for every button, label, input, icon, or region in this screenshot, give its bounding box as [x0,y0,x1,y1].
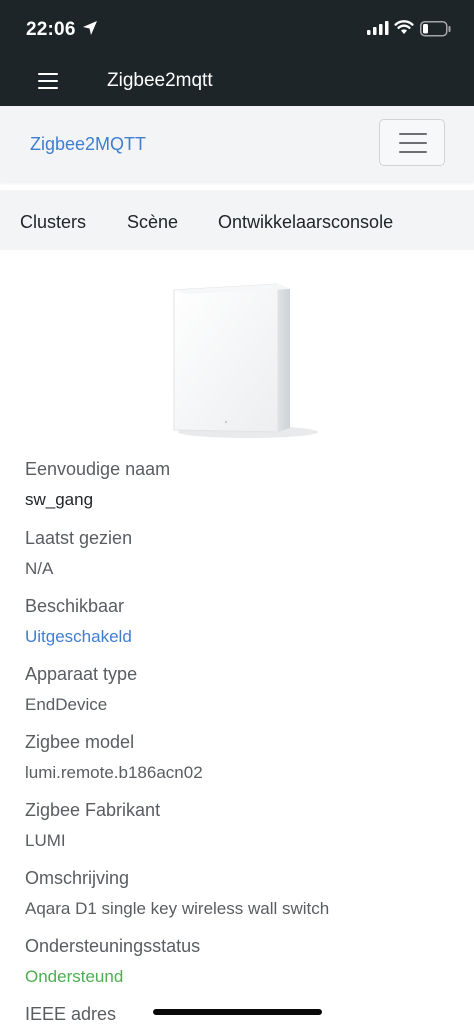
label-zigbee-manufacturer: Zigbee Fabrikant [25,800,161,820]
app-bar: Zigbee2mqtt [0,60,474,106]
app-title: Zigbee2mqtt [107,70,213,91]
battery-low-icon [420,21,451,37]
cellular-signal-icon [367,21,389,35]
value-availability-link[interactable]: Uitgeschakeld [25,627,132,647]
value-support-status: Ondersteund [25,967,124,986]
home-indicator [153,1009,322,1015]
value-friendly-name: sw_gang [25,490,94,509]
label-zigbee-model: Zigbee model [25,732,135,752]
label-friendly-name: Eenvoudige naam [25,459,171,479]
device-tabs: Clusters Scène Ontwikkelaarsconsole [0,190,474,250]
wifi-icon [394,20,414,34]
wall-switch-device-image [173,283,318,438]
status-time: 22:06 [26,19,76,40]
hamburger-menu-icon [399,133,427,135]
label-description: Omschrijving [25,868,130,888]
value-zigbee-model: lumi.remote.b186acn02 [25,763,203,782]
value-last-seen: N/A [25,559,54,578]
hamburger-menu-icon[interactable] [38,73,60,91]
tab-scene[interactable]: Scène [127,212,178,233]
value-description: Aqara D1 single key wireless wall switch [25,899,330,918]
top-bar: 22:06 Zigbee2mqtt [0,0,474,106]
label-support-status: Ondersteuningsstatus [25,936,201,956]
navbar-brand-link[interactable]: Zigbee2MQTT [30,134,146,155]
label-availability: Beschikbaar [25,596,125,616]
status-bar: 22:06 [0,0,474,60]
label-device-type: Apparaat type [25,664,138,684]
value-device-type: EndDevice [25,695,108,714]
label-last-seen: Laatst gezien [25,528,133,548]
value-zigbee-manufacturer: LUMI [25,831,66,850]
location-arrow-icon [83,21,97,35]
tab-clusters[interactable]: Clusters [20,212,86,233]
label-ieee-address: IEEE adres [25,1004,117,1024]
tab-developer-console[interactable]: Ontwikkelaarsconsole [218,212,393,233]
navbar: Zigbee2MQTT [0,106,474,182]
navbar-toggler-button[interactable] [379,119,445,166]
